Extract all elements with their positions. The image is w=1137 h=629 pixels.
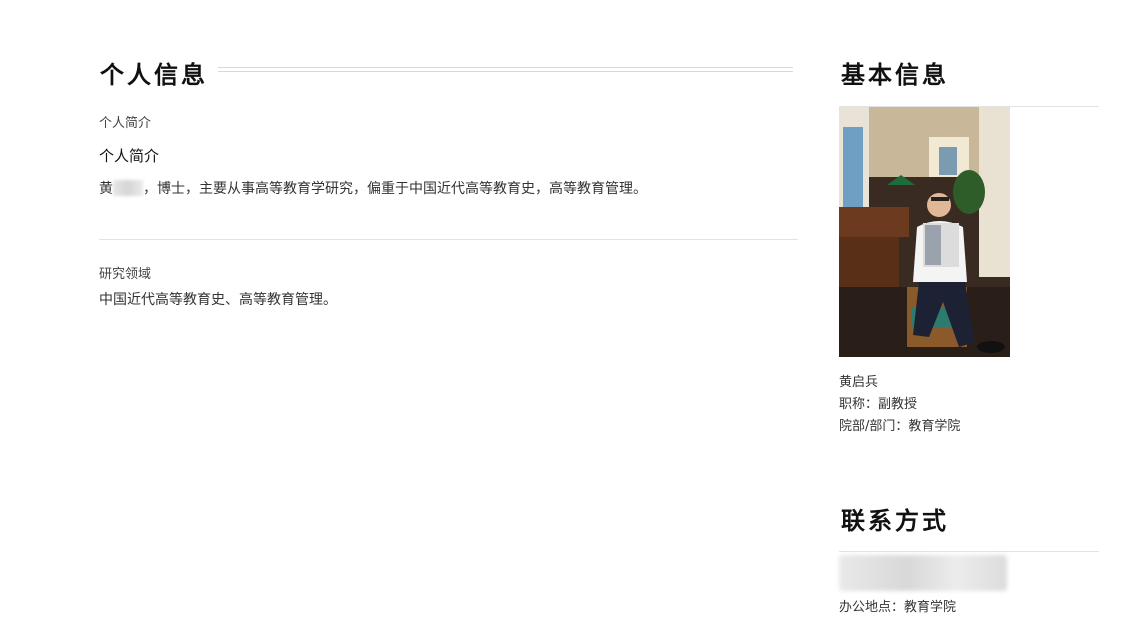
personal-info-heading: 个人信息 [100,60,208,89]
redacted-contact-info [839,555,1007,591]
contact-heading: 联系方式 [841,506,949,535]
research-section-label: 研究领域 [99,267,152,282]
intro-section-label: 个人简介 [99,116,152,131]
contact-rule [839,551,1099,552]
intro-text: ，博士，主要从事高等教育学研究，偏重于中国近代高等教育史，高等教育管理。 [143,181,647,197]
basic-info-heading: 基本信息 [841,60,949,89]
intro-name-prefix: 黄 [99,181,113,197]
profile-photo [839,107,1010,357]
redacted-name [113,180,143,196]
intro-title: 个人简介 [99,147,160,165]
teacher-name: 黄启兵 [839,375,879,390]
office-location: 办公地点：教育学院 [839,600,957,615]
intro-paragraph: 黄 ，博士，主要从事高等教育学研究，偏重于中国近代高等教育史，高等教育管理。 [99,179,647,199]
heading-rule [218,67,793,72]
section-divider [99,239,798,240]
teacher-department: 院部/部门：教育学院 [839,419,961,434]
research-text: 中国近代高等教育史、高等教育管理。 [99,292,337,308]
teacher-title: 职称：副教授 [839,397,918,412]
